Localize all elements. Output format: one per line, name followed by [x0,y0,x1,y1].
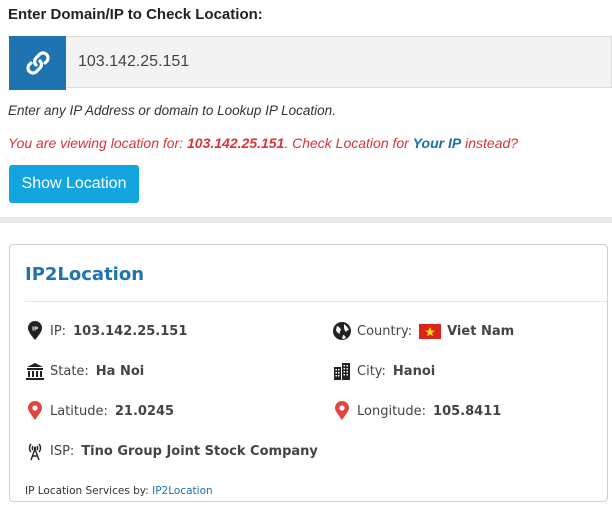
antenna-icon [25,441,45,461]
card-separator [25,301,607,302]
show-location-button[interactable]: Show Location [9,165,139,203]
viewing-notice: You are viewing location for: 103.142.25… [8,135,518,151]
city-label: City: [357,363,386,379]
link-icon [9,36,66,90]
ip-label: IP: [50,323,67,339]
building-icon [25,361,45,381]
card-footer: IP Location Services by: IP2Location [25,485,213,497]
state-label: State: [50,363,89,379]
longitude-value: 105.8411 [433,403,502,419]
viewing-suffix: instead? [461,135,519,151]
longitude-label: Longitude: [357,403,427,419]
ip-field: IP IP: 103.142.25.151 [25,321,187,341]
country-label: Country: [357,323,413,339]
country-value: Viet Nam [447,323,515,339]
flag-vietnam-icon [419,323,442,339]
isp-field: ISP: Tino Group Joint Stock Company [25,441,318,461]
map-marker-icon [332,401,352,421]
viewing-ip: 103.142.25.151 [187,135,285,151]
state-field: State: Ha Noi [25,361,144,381]
map-marker-icon [25,401,45,421]
globe-icon [332,321,352,341]
result-card: IP2Location IP IP: 103.142.25.151 Countr… [9,244,608,502]
section-divider [0,217,612,223]
longitude-field: Longitude: 105.8411 [332,401,501,421]
city-value: Hanoi [392,363,436,379]
viewing-prefix: You are viewing location for: [8,135,187,151]
svg-text:IP: IP [32,327,38,333]
lookup-form: Enter Domain/IP to Check Location: Enter… [0,0,612,218]
your-ip-link[interactable]: Your IP [413,135,462,151]
latitude-label: Latitude: [50,403,108,419]
card-title: IP2Location [25,264,145,285]
isp-value: Tino Group Joint Stock Company [81,443,318,459]
ip-pin-icon: IP [25,321,45,341]
ip-input[interactable] [66,36,612,88]
country-field: Country: Viet Nam [332,321,514,341]
state-value: Ha Noi [95,363,145,379]
lookup-hint: Enter any IP Address or domain to Lookup… [8,103,336,118]
ip2location-link[interactable]: IP2Location [152,485,213,497]
city-icon [332,361,352,381]
ip-value: 103.142.25.151 [73,323,188,339]
footer-text: IP Location Services by: [25,485,153,497]
form-heading: Enter Domain/IP to Check Location: [8,6,263,23]
isp-label: ISP: [50,443,75,459]
city-field: City: Hanoi [332,361,435,381]
viewing-middle: . Check Location for [284,135,413,151]
latitude-field: Latitude: 21.0245 [25,401,174,421]
ip-input-group [9,36,612,90]
latitude-value: 21.0245 [114,403,175,419]
